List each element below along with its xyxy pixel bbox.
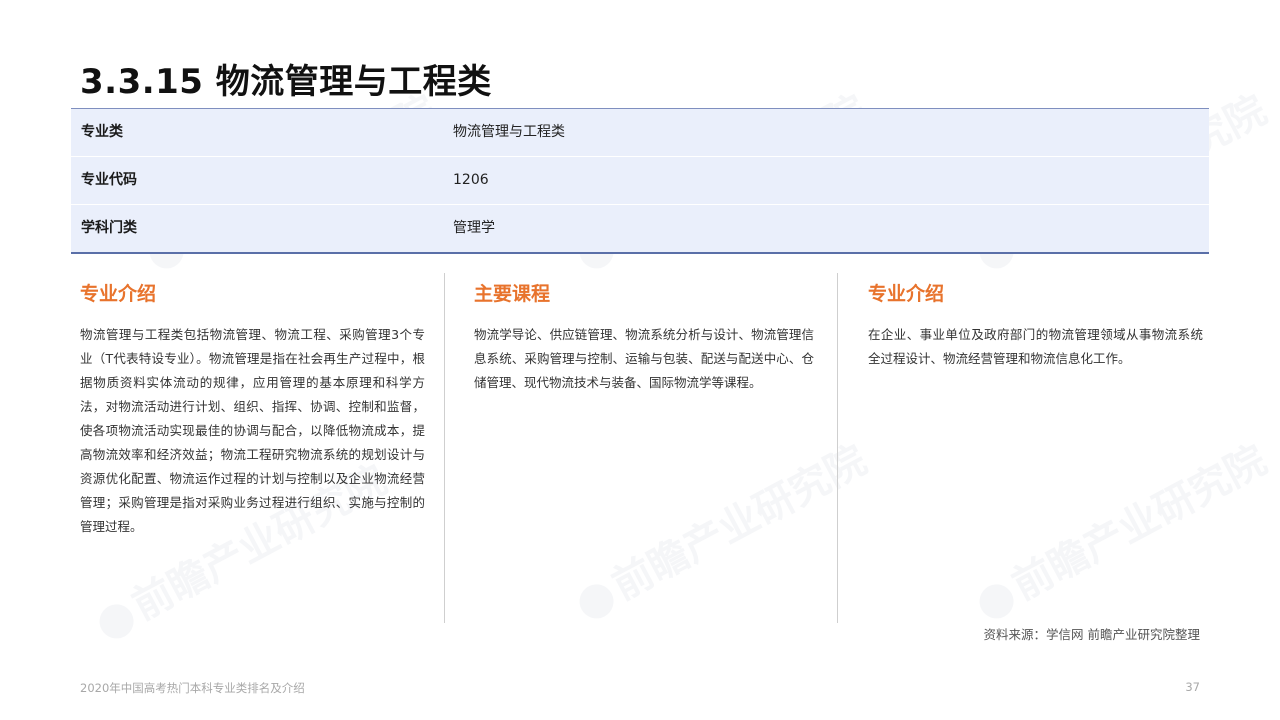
section-heading: 主要课程 (474, 283, 551, 305)
footer-text: 2020年中国高考热门本科专业类排名及介绍 (80, 681, 305, 695)
career-column: 专业介绍 在企业、事业单位及政府部门的物流管理领域从事物流系统全过程设计、物流经… (868, 273, 1203, 623)
table-row: 专业代码 1206 (71, 157, 1209, 205)
section-heading: 专业介绍 (80, 283, 157, 305)
row-value: 1206 (453, 172, 489, 188)
section-heading: 专业介绍 (868, 283, 945, 305)
table-row: 学科门类 管理学 (71, 205, 1209, 252)
section-body: 物流学导论、供应链管理、物流系统分析与设计、物流管理信息系统、采购管理与控制、运… (474, 327, 814, 390)
section-body: 物流管理与工程类包括物流管理、物流工程、采购管理3个专业（T代表特设专业）。物流… (80, 327, 425, 534)
row-label: 专业代码 (81, 172, 137, 188)
source-note: 资料来源：学信网 前瞻产业研究院整理 (983, 627, 1200, 642)
courses-column: 主要课程 物流学导论、供应链管理、物流系统分析与设计、物流管理信息系统、采购管理… (474, 273, 814, 623)
table-row: 专业类 物流管理与工程类 (71, 109, 1209, 157)
major-info-table: 专业类 物流管理与工程类 专业代码 1206 学科门类 管理学 (71, 108, 1209, 254)
page-number: 37 (1185, 680, 1200, 694)
intro-column: 专业介绍 物流管理与工程类包括物流管理、物流工程、采购管理3个专业（T代表特设专… (80, 273, 425, 623)
row-label: 学科门类 (81, 220, 137, 236)
row-label: 专业类 (81, 124, 123, 140)
page-title: 3.3.15 物流管理与工程类 (80, 62, 492, 102)
column-divider (444, 273, 445, 623)
section-body: 在企业、事业单位及政府部门的物流管理领域从事物流系统全过程设计、物流经营管理和物… (868, 327, 1203, 366)
row-value: 物流管理与工程类 (453, 124, 565, 140)
column-divider (837, 273, 838, 623)
row-value: 管理学 (453, 220, 495, 236)
